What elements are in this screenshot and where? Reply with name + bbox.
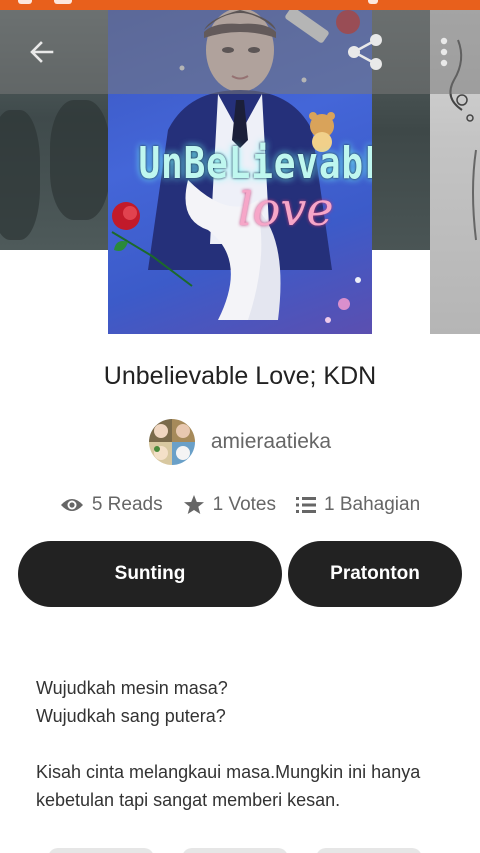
description-paragraph-2: Kisah cinta melangkaui masa.Mungkin ini … xyxy=(36,762,421,810)
signal-icon xyxy=(368,0,378,4)
cover-subtitle-text: love xyxy=(238,182,334,236)
story-title: Unbelievable Love; KDN xyxy=(103,362,377,390)
reads-stat: 5 Reads xyxy=(60,494,163,516)
parts-stat: 1 Bahagian xyxy=(296,494,420,516)
eye-icon xyxy=(60,499,83,511)
share-icon xyxy=(348,34,382,70)
preview-button[interactable]: Pratonton xyxy=(288,541,462,607)
description-paragraph-1: Wujudkah mesin masa? Wujudkah sang puter… xyxy=(36,674,456,730)
star-icon xyxy=(183,495,204,514)
reads-count: 5 Reads xyxy=(91,494,163,515)
edit-button[interactable]: Sunting xyxy=(18,541,282,607)
message-icon xyxy=(54,0,72,4)
tag-chip[interactable] xyxy=(182,848,288,853)
story-stats: 5 Reads 1 Votes 1 Bahagian xyxy=(0,490,480,520)
author-row[interactable]: amieraatieka xyxy=(0,418,480,466)
votes-stat: 1 Votes xyxy=(183,494,276,516)
top-toolbar xyxy=(0,10,480,94)
back-button[interactable] xyxy=(18,28,66,76)
more-vertical-icon xyxy=(440,37,448,67)
list-icon xyxy=(296,497,316,513)
tag-chip[interactable] xyxy=(316,848,422,853)
description-line-1: Wujudkah mesin masa? xyxy=(36,678,228,698)
story-description: Wujudkah mesin masa? Wujudkah sang puter… xyxy=(36,674,456,842)
author-avatar[interactable] xyxy=(148,419,195,465)
votes-count: 1 Votes xyxy=(212,494,276,515)
notification-icon xyxy=(18,0,32,4)
more-options-button[interactable] xyxy=(420,28,468,76)
description-line-2: Wujudkah sang putera? xyxy=(36,706,226,726)
tag-chip[interactable] xyxy=(48,848,154,853)
share-button[interactable] xyxy=(342,28,390,76)
status-bar xyxy=(0,0,480,10)
arrow-left-icon xyxy=(30,41,54,63)
author-name[interactable]: amieraatieka xyxy=(211,430,331,454)
parts-count: 1 Bahagian xyxy=(324,494,421,515)
